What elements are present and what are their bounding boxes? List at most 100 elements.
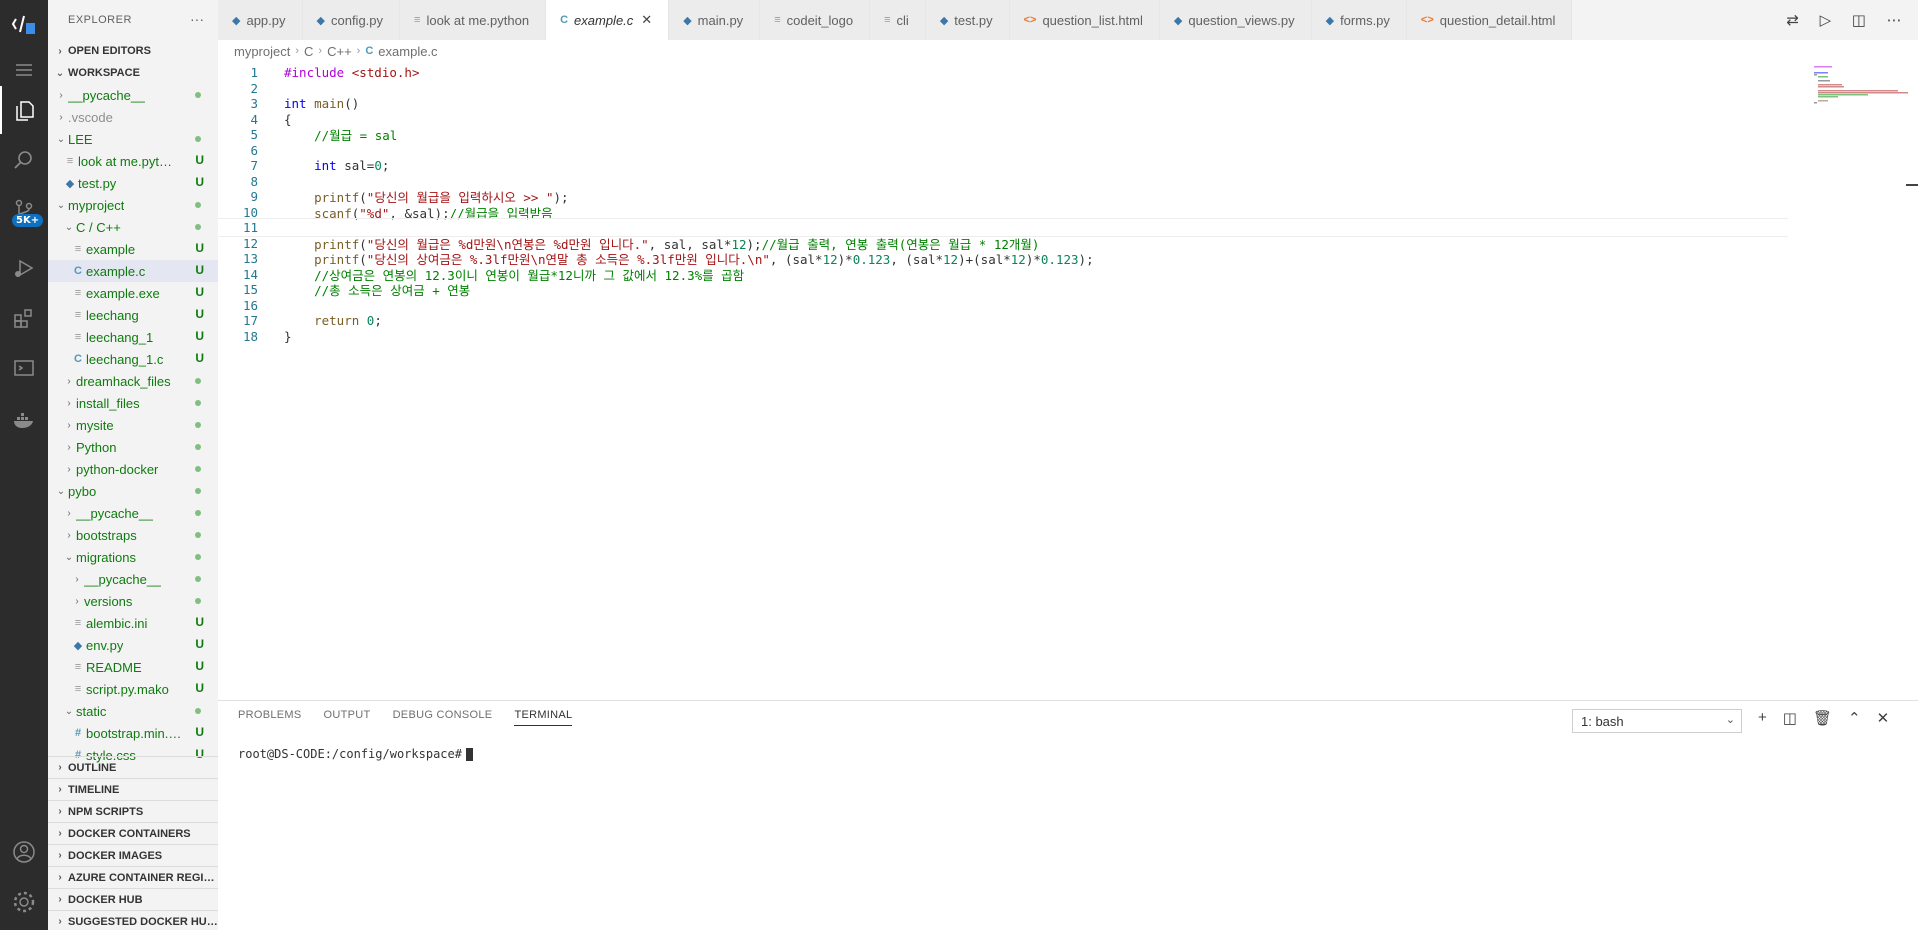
- lines-file-icon: ≡: [884, 14, 891, 26]
- code-server-logo-icon[interactable]: [0, 0, 48, 48]
- sidebar-section[interactable]: › NPM SCRIPTS: [48, 800, 218, 822]
- scrollbar-indicator[interactable]: [1906, 184, 1918, 186]
- tree-file[interactable]: ≡ script.py.mako U: [48, 678, 218, 700]
- close-icon[interactable]: ✕: [641, 12, 652, 28]
- tree-folder[interactable]: › python-docker: [48, 458, 218, 480]
- tree-folder[interactable]: › mysite: [48, 414, 218, 436]
- editor-tab[interactable]: ≡ codeit_logo: [760, 0, 871, 40]
- tree-folder[interactable]: ⌄ static: [48, 700, 218, 722]
- tree-file[interactable]: ◆ test.py U: [48, 172, 218, 194]
- tree-folder[interactable]: › .vscode: [48, 106, 218, 128]
- sidebar-section[interactable]: › AZURE CONTAINER REGISTRY: [48, 866, 218, 888]
- lines-file-icon: ≡: [74, 309, 82, 321]
- sidebar-section[interactable]: › DOCKER CONTAINERS: [48, 822, 218, 844]
- open-editors-section[interactable]: › OPEN EDITORS: [48, 40, 218, 62]
- code-editor[interactable]: 1 #include <stdio.h> 2 3 int main() 4{5 //월급 …: [218, 62, 1918, 700]
- breadcrumb-item[interactable]: myproject: [234, 44, 290, 59]
- editor-tab[interactable]: ◆ question_views.py: [1159, 0, 1312, 40]
- terminal-select[interactable]: 1: bash ⌄: [1572, 709, 1742, 733]
- run-icon[interactable]: ▷: [1820, 11, 1832, 29]
- settings-gear-icon[interactable]: [0, 878, 48, 926]
- editor-tab[interactable]: ◆ forms.py: [1311, 0, 1407, 40]
- panel-tab[interactable]: TERMINAL: [514, 709, 573, 726]
- run-debug-icon[interactable]: [0, 244, 48, 292]
- tree-file[interactable]: # bootstrap.min.css U: [48, 722, 218, 744]
- code-line: 18}: [218, 327, 1788, 346]
- trash-icon[interactable]: 🗑: [1813, 709, 1832, 727]
- tree-folder[interactable]: ⌄ pybo: [48, 480, 218, 502]
- panel-tab[interactable]: PROBLEMS: [238, 709, 302, 726]
- extensions-icon[interactable]: [0, 294, 48, 342]
- tree-folder[interactable]: › bootstraps: [48, 524, 218, 546]
- tree-folder[interactable]: › __pycache__: [48, 502, 218, 524]
- editor-tab[interactable]: <> question_detail.html: [1406, 0, 1573, 40]
- tree-folder[interactable]: › __pycache__: [48, 84, 218, 106]
- search-icon[interactable]: [0, 136, 48, 184]
- chevron-right-icon: ›: [67, 463, 71, 475]
- close-panel-icon[interactable]: ✕: [1877, 709, 1890, 727]
- tree-file[interactable]: Cexample.c U: [48, 260, 218, 282]
- sidebar-section[interactable]: › OUTLINE: [48, 756, 218, 778]
- tree-file[interactable]: ≡ example U: [48, 238, 218, 260]
- tree-folder[interactable]: › versions: [48, 590, 218, 612]
- tree-folder[interactable]: ⌄ myproject: [48, 194, 218, 216]
- split-terminal-icon[interactable]: ◫: [1783, 709, 1797, 727]
- tree-file[interactable]: ≡ look at me.python U: [48, 150, 218, 172]
- panel-tab[interactable]: DEBUG CONSOLE: [393, 709, 493, 726]
- bottom-panel: PROBLEMS OUTPUT DEBUG CONSOLE TERMINAL 1: b…: [218, 700, 1918, 930]
- explorer-icon[interactable]: [0, 86, 48, 134]
- tree-folder[interactable]: › install_files: [48, 392, 218, 414]
- editor-tab[interactable]: ◆ main.py: [669, 0, 761, 40]
- maximize-panel-icon[interactable]: ⌃: [1848, 709, 1861, 727]
- remote-explorer-icon[interactable]: [0, 344, 48, 392]
- tree-folder[interactable]: › __pycache__: [48, 568, 218, 590]
- sidebar-section[interactable]: › DOCKER HUB: [48, 888, 218, 910]
- breadcrumb-item[interactable]: C++: [327, 44, 352, 59]
- tree-item-label: __pycache__: [84, 571, 162, 587]
- breadcrumb-item[interactable]: C: [304, 44, 313, 59]
- tree-file[interactable]: ◆ env.py U: [48, 634, 218, 656]
- editor-tab[interactable]: ≡ look at me.python: [400, 0, 547, 40]
- tree-file[interactable]: ≡ leechang U: [48, 304, 218, 326]
- tree-folder[interactable]: ⌄ C / C++: [48, 216, 218, 238]
- tree-folder[interactable]: ⌄ LEE: [48, 128, 218, 150]
- chevron-right-icon: ›: [58, 850, 62, 861]
- tree-file[interactable]: Cleechang_1.c U: [48, 348, 218, 370]
- workspace-section[interactable]: ⌄ WORKSPACE: [48, 62, 218, 84]
- docker-icon[interactable]: [0, 396, 48, 444]
- more-actions-icon[interactable]: ···: [190, 11, 204, 27]
- tree-file[interactable]: ≡ alembic.ini U: [48, 612, 218, 634]
- editor-tab[interactable]: ◆ test.py: [925, 0, 1010, 40]
- compare-changes-icon[interactable]: ⇄: [1786, 11, 1799, 29]
- account-icon[interactable]: [0, 828, 48, 876]
- breadcrumb-item[interactable]: example.c: [378, 44, 437, 59]
- tree-file[interactable]: ≡ README U: [48, 656, 218, 678]
- new-terminal-icon[interactable]: +: [1758, 709, 1767, 727]
- tree-item-label: bootstraps: [76, 527, 137, 543]
- tree-file[interactable]: ≡ leechang_1 U: [48, 326, 218, 348]
- chevron-right-icon: ›: [75, 595, 79, 607]
- editor-tab[interactable]: ≡ cli: [870, 0, 926, 40]
- tab-label: look at me.python: [426, 12, 530, 28]
- sidebar-section[interactable]: › DOCKER IMAGES: [48, 844, 218, 866]
- tree-folder[interactable]: › dreamhack_files: [48, 370, 218, 392]
- editor-tab[interactable]: ◆ app.py: [218, 0, 303, 40]
- untracked-status: U: [195, 307, 204, 321]
- editor-tab[interactable]: Cexample.c ✕: [546, 0, 670, 40]
- chevron-right-icon: ›: [58, 828, 62, 839]
- sidebar-section[interactable]: › TIMELINE: [48, 778, 218, 800]
- split-editor-icon[interactable]: ◫: [1852, 11, 1866, 29]
- tree-folder[interactable]: ⌄ migrations: [48, 546, 218, 568]
- workspace-label: WORKSPACE: [68, 67, 140, 79]
- editor-tab[interactable]: <> question_list.html: [1009, 0, 1160, 40]
- minimap[interactable]: [1806, 62, 1918, 700]
- tree-file[interactable]: ≡ example.exe U: [48, 282, 218, 304]
- more-icon[interactable]: ⋯: [1887, 11, 1902, 29]
- chevron-right-icon: ›: [67, 441, 71, 453]
- panel-tab[interactable]: OUTPUT: [324, 709, 371, 726]
- editor-tab[interactable]: ◆ config.py: [302, 0, 401, 40]
- tree-folder[interactable]: › Python: [48, 436, 218, 458]
- terminal-output[interactable]: root@DS-CODE:/config/workspace#: [238, 747, 473, 761]
- lines-file-icon: ≡: [66, 155, 74, 167]
- sidebar-section[interactable]: › SUGGESTED DOCKER HUB IMAGES: [48, 910, 218, 930]
